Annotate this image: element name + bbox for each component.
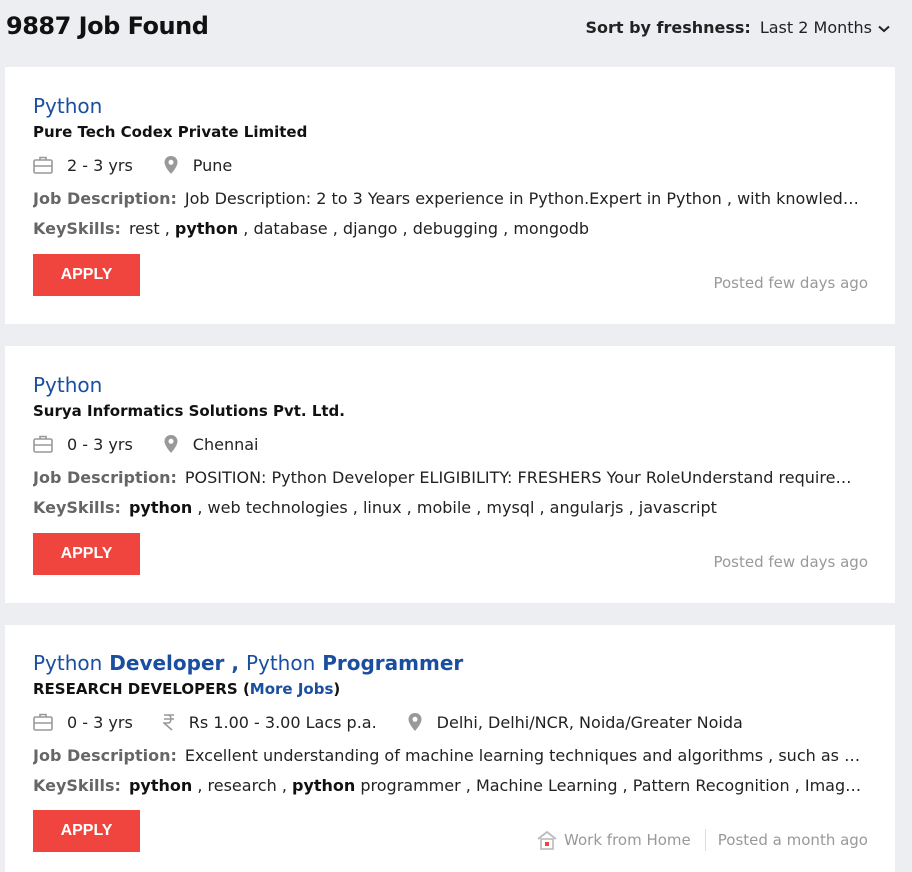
experience: 2 - 3 yrs — [67, 155, 133, 175]
work-from-home-badge: Work from Home — [536, 830, 691, 850]
skill: python — [128, 776, 193, 795]
keyskills-row: KeySkills: python , web technologies , li… — [33, 498, 717, 517]
job-title-link[interactable]: Python Developer , Python Programmer — [33, 651, 463, 675]
location-pin-icon — [164, 435, 178, 453]
job-description-row: Job Description: Excellent understanding … — [33, 746, 867, 765]
chevron-down-icon[interactable] — [878, 18, 890, 37]
experience: 0 - 3 yrs — [67, 434, 133, 454]
home-icon — [537, 830, 557, 850]
keyskills-row: KeySkills: rest , python , database , dja… — [33, 219, 590, 238]
job-description-label: Job Description: — [33, 189, 177, 208]
experience: 0 - 3 yrs — [67, 712, 133, 732]
skill: mongodb — [513, 219, 590, 238]
skill: rest — [128, 219, 160, 238]
skill-text: , research , — [192, 776, 292, 795]
company-line: RESEARCH DEVELOPERS (More Jobs) — [33, 680, 341, 698]
skill: web technologies — [207, 498, 348, 517]
salary: Rs 1.00 - 3.00 Lacs p.a. — [188, 712, 377, 732]
location: Pune — [192, 155, 233, 175]
skill: python — [174, 219, 239, 238]
results-header: 9887 Job Found Sort by freshness: Last 2… — [0, 0, 912, 58]
sort-dropdown[interactable]: Last 2 Months — [760, 18, 872, 37]
apply-button[interactable]: APPLY — [33, 533, 140, 575]
location: Chennai — [192, 434, 259, 454]
more-jobs-link[interactable]: More Jobs — [250, 680, 334, 698]
keyskills-label: KeySkills: — [33, 498, 121, 517]
job-title-link[interactable]: Python — [33, 94, 102, 118]
company-name[interactable]: Surya Informatics Solutions Pvt. Ltd. — [33, 402, 345, 420]
posted-date: Posted few days ago — [713, 553, 868, 571]
skill: debugging — [412, 219, 499, 238]
posting-footer: Work from Home Posted a month ago — [536, 829, 868, 851]
keyskills-label: KeySkills: — [33, 219, 121, 238]
briefcase-icon — [33, 713, 53, 731]
job-description-row: Job Description: Job Description: 2 to 3 … — [33, 189, 867, 208]
title-part: Python — [245, 651, 316, 675]
job-description-row: Job Description: POSITION: Python Develop… — [33, 468, 867, 487]
skill: angularjs — [549, 498, 624, 517]
job-card[interactable]: Python Developer , Python Programmer RES… — [5, 625, 895, 872]
company-name[interactable]: RESEARCH DEVELOPERS — [33, 680, 238, 698]
skill: python — [291, 776, 356, 795]
skill: django — [342, 219, 398, 238]
skill: python — [128, 498, 193, 517]
job-description-label: Job Description: — [33, 746, 177, 765]
job-meta: 2 - 3 yrs Pune — [33, 155, 262, 175]
title-part: Developer — [102, 651, 225, 675]
location-pin-icon — [164, 156, 178, 174]
title-part: , — [224, 651, 246, 675]
title-part: Python — [33, 651, 103, 675]
skill: javascript — [638, 498, 717, 517]
skill-text: programmer , Machine Learning , Pattern … — [360, 776, 867, 795]
apply-button[interactable]: APPLY — [33, 810, 140, 852]
sort-label: Sort by freshness: — [585, 18, 751, 37]
skill: database — [253, 219, 328, 238]
job-description: Job Description: 2 to 3 Years experience… — [184, 189, 867, 208]
job-description-label: Job Description: — [33, 468, 177, 487]
job-description: POSITION: Python Developer ELIGIBILITY: … — [184, 468, 867, 487]
company-name[interactable]: Pure Tech Codex Private Limited — [33, 123, 307, 141]
job-count-title: 9887 Job Found — [6, 12, 209, 40]
briefcase-icon — [33, 156, 53, 174]
keyskills-label: KeySkills: — [33, 776, 121, 795]
divider — [704, 829, 706, 851]
location: Delhi, Delhi/NCR, Noida/Greater Noida — [436, 712, 743, 732]
skill: mobile — [416, 498, 472, 517]
sort-control: Sort by freshness: Last 2 Months — [585, 18, 890, 37]
rupee-icon — [162, 714, 174, 731]
job-meta: 0 - 3 yrs Chennai — [33, 434, 288, 454]
keyskills-row: KeySkills: python , research , python pro… — [33, 776, 867, 795]
job-meta: 0 - 3 yrs Rs 1.00 - 3.00 Lacs p.a. Delhi… — [33, 712, 773, 732]
work-from-home-label: Work from Home — [564, 831, 691, 849]
job-title-link[interactable]: Python — [33, 373, 102, 397]
skill: linux — [362, 498, 402, 517]
briefcase-icon — [33, 435, 53, 453]
job-card[interactable]: Python Surya Informatics Solutions Pvt. … — [5, 346, 895, 603]
posted-date: Posted a month ago — [717, 831, 868, 849]
skill: mysql — [486, 498, 535, 517]
apply-button[interactable]: APPLY — [33, 254, 140, 296]
posted-date: Posted few days ago — [713, 274, 868, 292]
title-part: Programmer — [315, 651, 464, 675]
location-pin-icon — [408, 713, 422, 731]
job-card[interactable]: Python Pure Tech Codex Private Limited 2… — [5, 67, 895, 324]
job-description: Excellent understanding of machine learn… — [184, 746, 867, 765]
